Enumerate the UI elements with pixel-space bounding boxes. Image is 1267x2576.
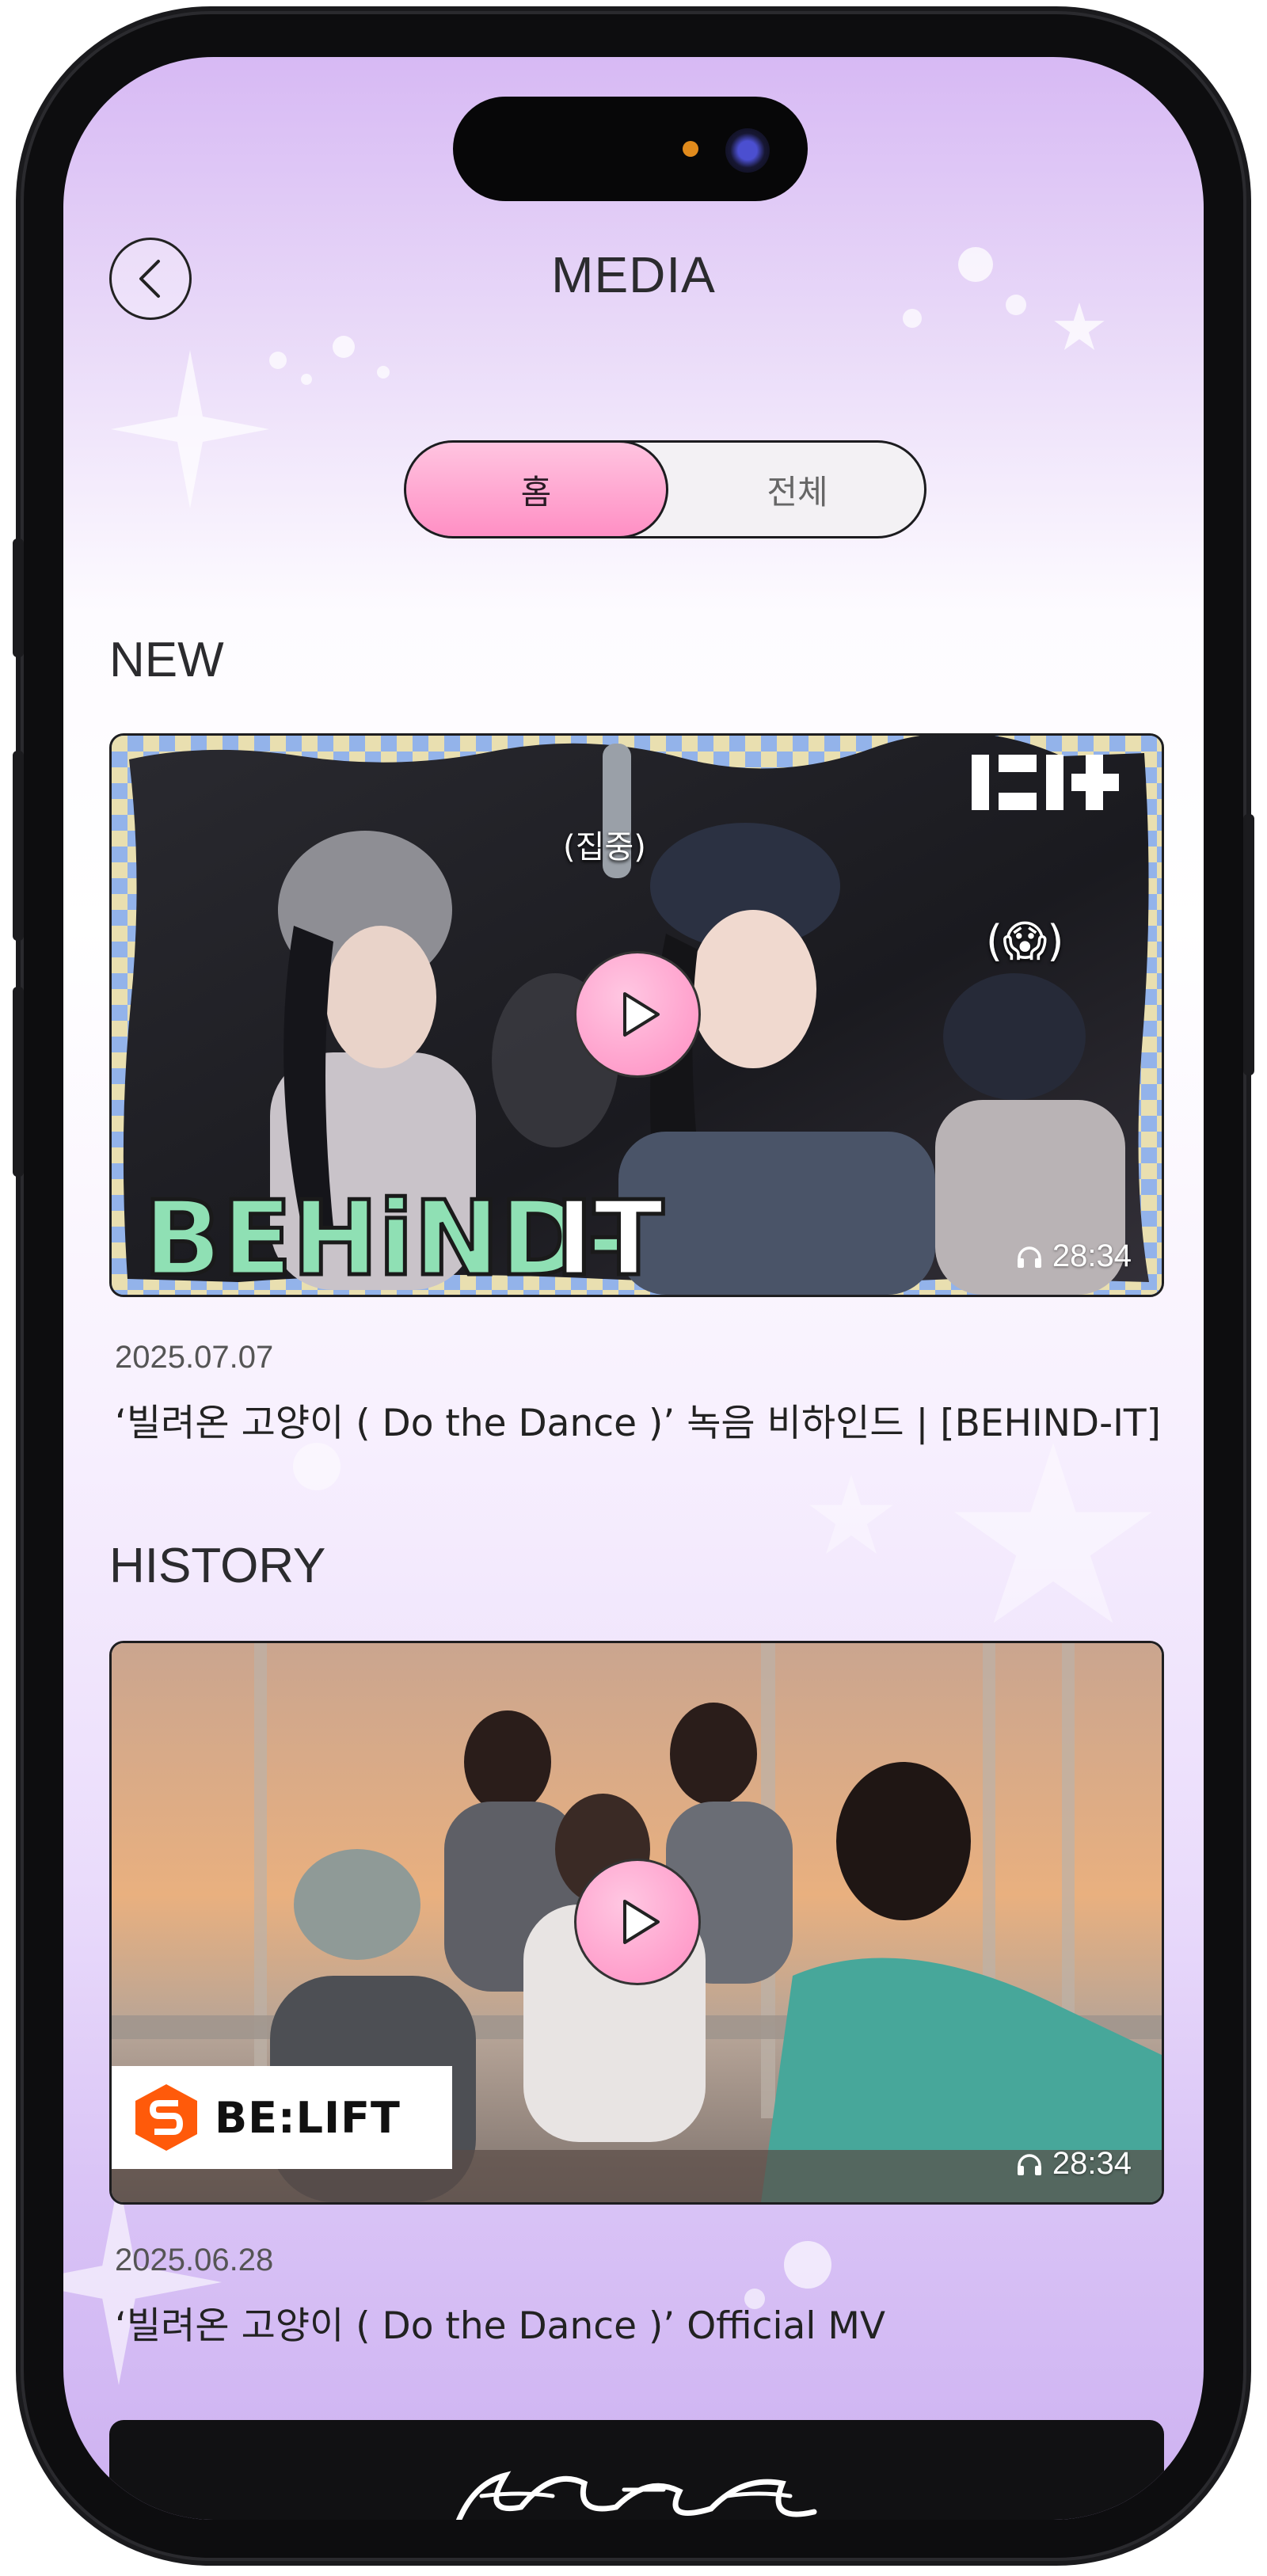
sparkle-star-icon <box>111 350 269 508</box>
section-heading-new: NEW <box>109 633 224 687</box>
album-banner[interactable] <box>109 2420 1164 2520</box>
belift-logo: BE:LIFT <box>112 2066 452 2169</box>
action-button <box>13 538 24 657</box>
video-title[interactable]: ‘빌려온 고양이 ( Do the Dance )’ Official MV <box>115 2295 885 2350</box>
video-date: 2025.06.28 <box>115 2243 274 2277</box>
tab-switcher: 홈 전체 <box>404 440 926 538</box>
belift-logo-icon <box>135 2084 197 2151</box>
video-thumbnail-history[interactable]: BE:LIFT 28:34 <box>109 1641 1164 2205</box>
svg-text:IT: IT <box>555 1178 664 1295</box>
video-duration: 28:34 <box>1016 2146 1132 2182</box>
camera-icon <box>725 128 770 173</box>
duration-text: 28:34 <box>1052 1239 1132 1273</box>
sparkle-dot <box>301 374 312 385</box>
sparkle-dot <box>903 309 922 328</box>
privacy-indicator-icon <box>683 141 698 157</box>
sparkle-dot <box>269 352 287 369</box>
video-date: 2025.07.07 <box>115 1340 274 1375</box>
play-button[interactable] <box>574 1859 701 1985</box>
headphones-icon <box>1017 1246 1041 1268</box>
app-screen: MEDIA 홈 전체 NEW BEHiND- IT (집중) (😱) 28:34… <box>63 57 1204 2520</box>
star-icon <box>1054 302 1105 351</box>
album-title-lettering <box>455 2471 817 2520</box>
belift-logo-text: BE:LIFT <box>215 2092 401 2143</box>
play-icon <box>623 1900 660 1944</box>
play-button[interactable] <box>574 951 701 1078</box>
video-title[interactable]: ‘빌려온 고양이 ( Do the Dance )’ 녹음 비하인드 | [BE… <box>115 1392 1161 1447</box>
volume-up-button <box>13 751 24 941</box>
tab-all[interactable]: 전체 <box>671 443 924 536</box>
section-heading-history: HISTORY <box>109 1539 326 1593</box>
play-icon <box>623 992 660 1037</box>
video-thumbnail-new[interactable]: BEHiND- IT (집중) (😱) 28:34 <box>109 733 1164 1297</box>
volume-down-button <box>13 987 24 1177</box>
tab-home[interactable]: 홈 <box>406 443 668 536</box>
caption-overlay: (집중) <box>563 829 646 866</box>
star-icon <box>809 1474 893 1554</box>
sparkle-dot <box>784 2241 831 2289</box>
star-icon <box>954 1443 1152 1623</box>
video-duration: 28:34 <box>1016 1239 1132 1274</box>
sparkle-dot <box>333 336 355 358</box>
sparkle-dot <box>293 1443 341 1490</box>
duration-text: 28:34 <box>1052 2146 1132 2181</box>
page-title: MEDIA <box>551 246 716 303</box>
sparkle-star-icon <box>63 2179 222 2385</box>
sparkle-dot <box>377 366 390 379</box>
headphones-icon <box>1017 2153 1041 2175</box>
emoji-overlay: (😱) <box>986 916 1064 966</box>
power-button <box>1243 814 1254 1075</box>
dynamic-island <box>453 97 808 201</box>
